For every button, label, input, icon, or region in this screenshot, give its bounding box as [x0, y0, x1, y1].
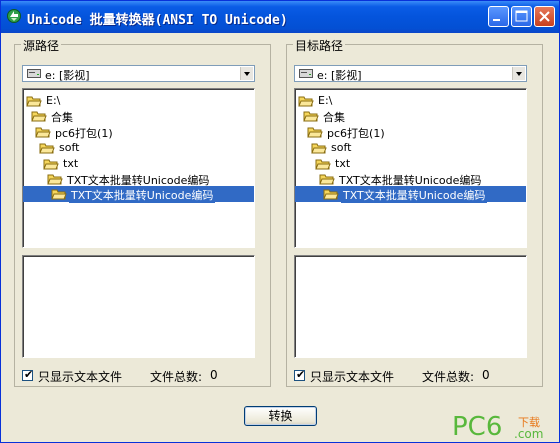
folder-open-icon	[323, 189, 339, 200]
source-group: 源路径 e: [影视] E:\ 合集 pc6打包(1) soft txt TXT…	[14, 37, 271, 387]
target-group: 目标路径 e: [影视] E:\ 合集 pc6打包(1) soft txt TX…	[286, 37, 543, 387]
source-file-list[interactable]	[22, 255, 255, 358]
target-only-text-checkbox[interactable]: ✔	[294, 368, 306, 381]
pc6-watermark: PC6 下载 .com	[452, 412, 557, 442]
drive-icon	[27, 69, 41, 78]
target-only-text-label: 只显示文本文件	[310, 370, 395, 384]
target-count-label: 文件总数:	[422, 370, 475, 384]
app-window: Unicode 批量转换器(ANSI TO Unicode) 源路径 e: [影…	[0, 0, 560, 443]
tree-node-label: TXT文本批量转Unicode编码	[341, 187, 488, 203]
check-icon: ✔	[24, 368, 34, 381]
tree-node-selected[interactable]: TXT文本批量转Unicode编码	[23, 186, 254, 203]
chevron-down-icon	[244, 72, 250, 76]
window-body: 源路径 e: [影视] E:\ 合集 pc6打包(1) soft txt TXT…	[4, 33, 556, 441]
source-count-label: 文件总数:	[150, 370, 203, 384]
folder-open-icon	[315, 159, 331, 170]
title-bar[interactable]: Unicode 批量转换器(ANSI TO Unicode)	[1, 1, 559, 33]
maximize-icon	[515, 10, 528, 22]
source-group-label: 源路径	[21, 37, 62, 54]
folder-open-icon	[39, 143, 55, 154]
target-drive-dropdown-button[interactable]	[512, 67, 525, 80]
tree-node-label: TXT文本批量转Unicode编码	[69, 187, 216, 203]
folder-open-icon	[307, 127, 323, 138]
app-icon	[7, 9, 21, 23]
window-title: Unicode 批量转换器(ANSI TO Unicode)	[27, 13, 288, 28]
watermark-com: .com	[514, 427, 544, 441]
folder-open-icon	[35, 127, 51, 138]
folder-open-icon	[47, 174, 63, 185]
source-only-text-label: 只显示文本文件	[38, 370, 123, 384]
source-folder-tree[interactable]: E:\ 合集 pc6打包(1) soft txt TXT文本批量转Unicode…	[22, 88, 255, 248]
watermark-brand: PC6	[452, 412, 503, 442]
target-folder-tree[interactable]: E:\ 合集 pc6打包(1) soft txt TXT文本批量转Unicode…	[294, 88, 527, 248]
target-drive-value: e: [影视]	[317, 69, 362, 82]
folder-open-icon	[51, 189, 67, 200]
folder-open-icon	[319, 174, 335, 185]
close-icon	[539, 11, 550, 22]
tree-node-label: 合集	[323, 111, 345, 124]
folder-open-icon	[311, 143, 327, 154]
tree-node-label: 合集	[51, 111, 73, 124]
tree-node-label: pc6打包(1)	[327, 127, 385, 140]
tree-node-label: E:\	[46, 94, 61, 107]
maximize-button[interactable]	[511, 6, 532, 27]
tree-node-label: pc6打包(1)	[55, 127, 113, 140]
tree-node-label: E:\	[318, 94, 333, 107]
check-icon: ✔	[296, 368, 306, 381]
chevron-down-icon	[516, 72, 522, 76]
folder-open-icon	[31, 111, 47, 122]
close-button[interactable]	[534, 6, 555, 27]
source-drive-dropdown-button[interactable]	[240, 67, 253, 80]
source-drive-select[interactable]: e: [影视]	[22, 65, 255, 82]
drive-icon	[299, 69, 313, 78]
folder-open-icon	[26, 96, 42, 107]
folder-open-icon	[303, 111, 319, 122]
target-file-list[interactable]	[294, 255, 527, 358]
source-count-value: 0	[210, 368, 218, 382]
source-only-text-checkbox[interactable]: ✔	[22, 368, 34, 381]
tree-node-selected[interactable]: TXT文本批量转Unicode编码	[295, 186, 526, 203]
tree-node-label: txt	[335, 157, 351, 170]
convert-button[interactable]: 转换	[244, 406, 317, 426]
source-drive-value: e: [影视]	[45, 69, 90, 82]
tree-node-label: soft	[331, 141, 352, 154]
folder-open-icon	[298, 96, 314, 107]
tree-node-label: txt	[63, 157, 79, 170]
minimize-button[interactable]	[488, 6, 509, 27]
folder-open-icon	[43, 159, 59, 170]
tree-node-label: soft	[59, 141, 80, 154]
target-count-value: 0	[482, 368, 490, 382]
target-group-label: 目标路径	[293, 37, 346, 54]
target-drive-select[interactable]: e: [影视]	[294, 65, 527, 82]
minimize-icon	[493, 19, 500, 21]
